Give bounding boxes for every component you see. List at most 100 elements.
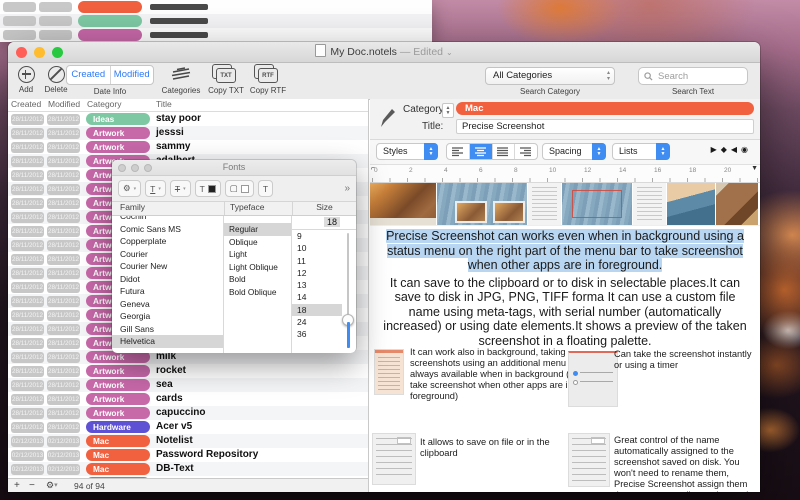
table-row[interactable]: 02/12/2013 02/12/2013 Mac DB-Text <box>8 462 368 476</box>
minimize-button[interactable] <box>34 47 45 58</box>
family-item[interactable]: Georgia <box>112 310 223 323</box>
column-category[interactable]: Category <box>87 99 122 109</box>
typeface-item[interactable]: Light Oblique <box>224 261 291 274</box>
family-header[interactable]: Family <box>112 202 224 215</box>
segment-created[interactable]: Created <box>67 66 111 84</box>
family-item-selected[interactable]: Helvetica <box>112 335 223 348</box>
size-item[interactable]: 12 <box>292 267 342 279</box>
more-chevrons-icon[interactable]: » <box>344 183 350 194</box>
table-row[interactable]: 28/11/2012 28/11/2012 Artwork capuccino <box>8 406 368 420</box>
table-header[interactable]: Created Modified Category Title <box>8 99 368 112</box>
callout-text[interactable]: It allows to save on file or in the clip… <box>420 437 570 459</box>
table-row[interactable]: 02/12/2013 02/12/2013 Mac Password Reposito… <box>8 448 368 462</box>
align-left-button[interactable] <box>447 144 470 159</box>
size-item[interactable]: 13 <box>292 279 342 291</box>
typeface-item-selected[interactable]: Regular <box>224 223 291 236</box>
size-item[interactable]: 14 <box>292 291 342 303</box>
gear-icon[interactable]: ⚙ ▾ <box>46 479 58 492</box>
table-row[interactable]: 28/11/2012 28/11/2012 Artwork sea <box>8 378 368 392</box>
table-row[interactable]: 28/11/2012 28/11/2012 Hardware Acer v5 <box>8 420 368 434</box>
remove-row-button[interactable]: − <box>29 479 35 492</box>
column-created[interactable]: Created <box>11 99 41 109</box>
chevron-down-icon[interactable]: ⌄ <box>446 48 453 57</box>
column-modified[interactable]: Modified <box>48 99 80 109</box>
callout-text[interactable]: Great control of the name automatically … <box>614 435 758 492</box>
table-row[interactable]: 28/11/2012 28/11/2012 Artwork cards <box>8 392 368 406</box>
title-input[interactable]: Precise Screenshot <box>456 119 754 134</box>
size-input[interactable]: 18 <box>292 216 356 230</box>
zoom-button[interactable] <box>52 47 63 58</box>
callout-text[interactable]: It can work also in background, taking s… <box>410 347 578 402</box>
family-item[interactable]: Gill Sans <box>112 323 223 336</box>
title-bar[interactable]: My Doc.notels — Edited ⌄ <box>8 42 760 63</box>
table-row[interactable]: 28/11/2012 28/11/2012 Artwork rocket <box>8 364 368 378</box>
family-item[interactable]: Geneva <box>112 298 223 311</box>
size-item-selected[interactable]: 18 <box>292 303 342 317</box>
spacing-popup[interactable]: Spacing ▲ ▼ <box>542 143 606 160</box>
strikethrough-button[interactable]: T ▾ <box>169 180 191 197</box>
family-item[interactable]: Copperplate <box>112 235 223 248</box>
typeface-item[interactable]: Oblique <box>224 236 291 249</box>
family-list[interactable]: Cochin Comic Sans MS Copperplate Courier… <box>112 216 224 353</box>
typeface-header[interactable]: Typeface <box>224 202 292 215</box>
document-color-button[interactable]: ▢ <box>224 180 254 197</box>
size-item[interactable]: 24 <box>292 316 342 328</box>
paragraph-body[interactable]: It can save to the clipboard or to disk … <box>380 276 750 349</box>
slider-thumb[interactable] <box>342 314 354 326</box>
typeface-item[interactable]: Bold Oblique <box>224 286 291 299</box>
size-item[interactable]: 9 <box>292 230 342 242</box>
align-center-button[interactable] <box>469 144 493 159</box>
align-justify-button[interactable] <box>493 144 516 159</box>
underline-button[interactable]: T ▾ <box>145 180 166 197</box>
category-stepper[interactable]: ▲ ▼ <box>442 103 454 118</box>
add-row-button[interactable]: + <box>14 479 20 492</box>
ruler[interactable]: ⌐ ▼ 0 2 4 6 8 10 12 14 16 18 20 <box>370 165 760 183</box>
table-row[interactable]: 02/12/2013 02/12/2013 Mac Notelist <box>8 434 368 448</box>
text-color-button[interactable]: T <box>194 180 221 197</box>
lists-popup[interactable]: Lists ▲ ▼ <box>612 143 670 160</box>
family-item[interactable]: Courier <box>112 248 223 261</box>
typeface-item[interactable]: Bold <box>224 273 291 286</box>
right-margin-marker[interactable]: ▼ <box>751 165 758 172</box>
table-row[interactable]: 28/11/2012 28/11/2012 Artwork sammy <box>8 140 368 154</box>
copy-rtf-button[interactable]: RTF Copy RTF <box>246 64 290 95</box>
zoom-button[interactable] <box>144 164 152 172</box>
typeface-item[interactable]: Light <box>224 248 291 261</box>
text-shadow-button[interactable]: T <box>257 180 274 197</box>
close-button[interactable] <box>16 47 27 58</box>
background-window[interactable] <box>0 0 432 42</box>
styles-popup[interactable]: Styles ▲ ▼ <box>376 143 438 160</box>
callout-text[interactable]: Can take the screenshot instantly or usi… <box>614 349 756 371</box>
add-button[interactable]: Add <box>14 66 38 94</box>
size-slider[interactable] <box>342 233 354 348</box>
segment-modified[interactable]: Modified <box>111 66 154 84</box>
search-input[interactable] <box>656 69 730 83</box>
family-item[interactable]: Didot <box>112 273 223 286</box>
size-list[interactable]: 9 10 11 12 13 14 18 24 36 <box>292 230 342 353</box>
table-row[interactable] <box>0 0 432 14</box>
category-filter-popup[interactable]: All Categories ▴ ▾ <box>485 67 615 85</box>
actions-gear-button[interactable]: ⚙ ▾ <box>118 180 142 197</box>
category-value-pill[interactable]: Mac <box>456 102 754 115</box>
tab-stop-icons[interactable]: ▶◆◀◉ <box>711 145 752 154</box>
size-item[interactable]: 36 <box>292 328 342 340</box>
table-row[interactable]: 28/11/2012 28/11/2012 Ideas stay poor <box>8 112 368 126</box>
table-row[interactable]: 28/11/2012 28/11/2012 Artwork jesssi <box>8 126 368 140</box>
minimize-button[interactable] <box>131 164 139 172</box>
close-button[interactable] <box>118 164 126 172</box>
paragraph-selected[interactable]: Precise Screenshot can works even when i… <box>380 229 750 273</box>
search-field[interactable] <box>638 67 748 85</box>
family-item[interactable]: Futura <box>112 285 223 298</box>
size-item[interactable]: 11 <box>292 255 342 267</box>
fonts-panel-titlebar[interactable]: Fonts <box>112 160 356 176</box>
copy-txt-button[interactable]: TXT Copy TXT <box>204 64 248 95</box>
typeface-list[interactable]: Regular Oblique Light Light Oblique Bold… <box>224 216 292 353</box>
size-item[interactable]: 10 <box>292 242 342 254</box>
categories-button[interactable]: Categories <box>158 66 204 95</box>
family-item[interactable]: Courier New <box>112 260 223 273</box>
size-header[interactable]: Size <box>292 202 356 215</box>
document-image-strip[interactable] <box>370 183 760 226</box>
table-row[interactable] <box>0 14 432 28</box>
column-title[interactable]: Title <box>156 99 172 109</box>
table-row[interactable] <box>0 28 432 42</box>
